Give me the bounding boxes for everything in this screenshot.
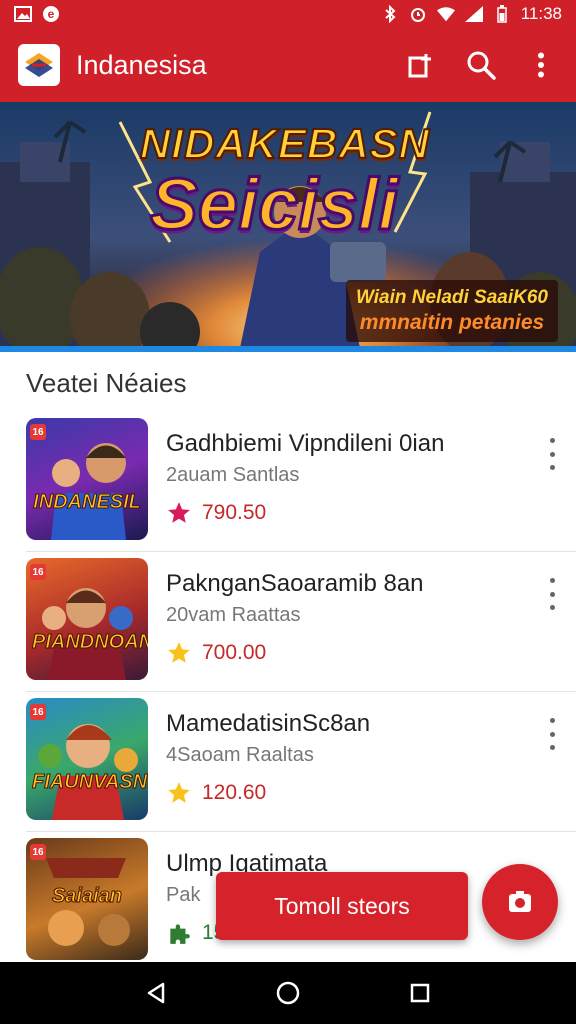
age-rating-badge: 16 [30, 704, 46, 720]
recents-button[interactable] [400, 973, 440, 1013]
battery-icon [493, 5, 511, 23]
puzzle-icon [170, 924, 190, 944]
snackbar-action-button[interactable]: Tomoll steors [216, 872, 468, 940]
game-subtitle: 4Saoam Raaltas [166, 744, 314, 766]
list-item[interactable]: 16 INDANESIL Gadhbiemi Vipndileni 0ian 2… [26, 412, 576, 552]
system-nav-bar [0, 962, 576, 1024]
more-vert-icon [549, 718, 555, 723]
search-icon [467, 51, 496, 80]
game-thumbnail: 16 FIAUNVASN [26, 698, 148, 820]
camera-icon [509, 891, 531, 912]
home-icon [276, 981, 300, 1005]
rating-value: 790.50 [202, 501, 267, 524]
game-title: PaknganSaoaramib 8an [166, 570, 424, 597]
banner-tagline-line1: Wiain Neladi SaaiK60 [355, 287, 548, 308]
back-icon [147, 982, 165, 1004]
item-more-button[interactable] [542, 438, 562, 470]
game-subtitle: 20vam Raattas [166, 604, 301, 626]
age-rating-badge: 16 [30, 564, 46, 580]
more-dot [549, 605, 555, 610]
app-bar: Indanesisa [0, 28, 576, 102]
thumbnail-logo-text: FIAUNVASN [32, 771, 148, 794]
game-subtitle: Pak [166, 884, 201, 906]
share-button[interactable] [404, 48, 438, 82]
list-item[interactable]: 16 FIAUNVASN MamedatisinSc8an 4Saoam Raa… [26, 692, 576, 832]
banner-tagline-line2: mmnaitin petanies [359, 311, 545, 334]
thumbnail-logo-text: PIANDNOAN [32, 631, 149, 654]
game-thumbnail: 16 PIANDNOAN [26, 558, 148, 680]
thumbnail-logo-text: Saiaian [51, 885, 123, 908]
game-thumbnail: 16 INDANESIL [26, 418, 148, 540]
star-icon [168, 502, 190, 523]
status-right: 11:38 [381, 4, 562, 24]
status-time: 11:38 [520, 4, 562, 23]
star-icon [168, 782, 190, 803]
wifi-icon [436, 5, 455, 23]
home-button[interactable] [268, 973, 308, 1013]
promo-banner[interactable]: NIDAKEBASN Seicisli Wiain Neladi SaaiK60… [0, 102, 576, 348]
list-item[interactable]: 16 PIANDNOAN PaknganSaoaramib 8an 20vam … [26, 552, 576, 692]
status-left: e [14, 5, 60, 23]
rating-value: 700.00 [202, 641, 267, 664]
search-button[interactable] [464, 48, 498, 82]
floating-action-button[interactable] [482, 864, 558, 940]
banner-game-title: Seicisli [148, 164, 399, 247]
game-rating: 120.60 [166, 780, 266, 806]
game-subtitle: 2auam Santlas [166, 464, 300, 486]
app-logo [18, 44, 60, 86]
game-title: Gadhbiemi Vipndileni 0ian [166, 430, 445, 457]
more-vert-icon [549, 578, 555, 583]
back-button[interactable] [136, 973, 176, 1013]
bluetooth-icon [381, 5, 399, 23]
game-rating: 700.00 [166, 640, 266, 666]
section-title: Veatei Néaies [26, 368, 187, 398]
share-icon [408, 54, 431, 78]
item-more-button[interactable] [542, 718, 562, 750]
more-dot [549, 745, 555, 750]
banner-tagline: Wiain Neladi SaaiK60 mmnaitin petanies [346, 280, 558, 342]
more-dot [549, 731, 555, 737]
gallery-icon [14, 5, 32, 23]
app-title: Indanesisa [76, 49, 207, 80]
app-actions [404, 48, 558, 82]
game-thumbnail: 16 Saiaian [26, 838, 148, 960]
more-dot [549, 451, 555, 457]
overflow-menu-button[interactable] [524, 48, 558, 82]
more-vert-icon [538, 52, 544, 78]
game-title: MamedatisinSc8an [166, 710, 371, 737]
thumbnail-logo-text: INDANESIL [33, 491, 142, 514]
rating-value: 120.60 [202, 781, 267, 804]
banner-divider [0, 346, 576, 352]
svg-text:e: e [48, 7, 55, 21]
age-rating-badge: 16 [30, 844, 46, 860]
more-dot [549, 465, 555, 470]
age-rating-badge: 16 [30, 424, 46, 440]
game-rating: 790.50 [166, 500, 266, 526]
alarm-icon [409, 5, 427, 23]
star-icon [168, 642, 190, 663]
item-more-button[interactable] [542, 578, 562, 610]
banner-headline: NIDAKEBASN [139, 119, 431, 168]
recents-icon [410, 983, 430, 1003]
signal-icon [464, 5, 483, 23]
more-dot [549, 591, 555, 597]
status-bar: e 11:38 [0, 0, 576, 28]
more-vert-icon [549, 438, 555, 443]
screen: e 11:38 Indanesisa NIDAKEBASN Seicisli W… [0, 0, 576, 1024]
notification-app-icon: e [42, 5, 60, 23]
